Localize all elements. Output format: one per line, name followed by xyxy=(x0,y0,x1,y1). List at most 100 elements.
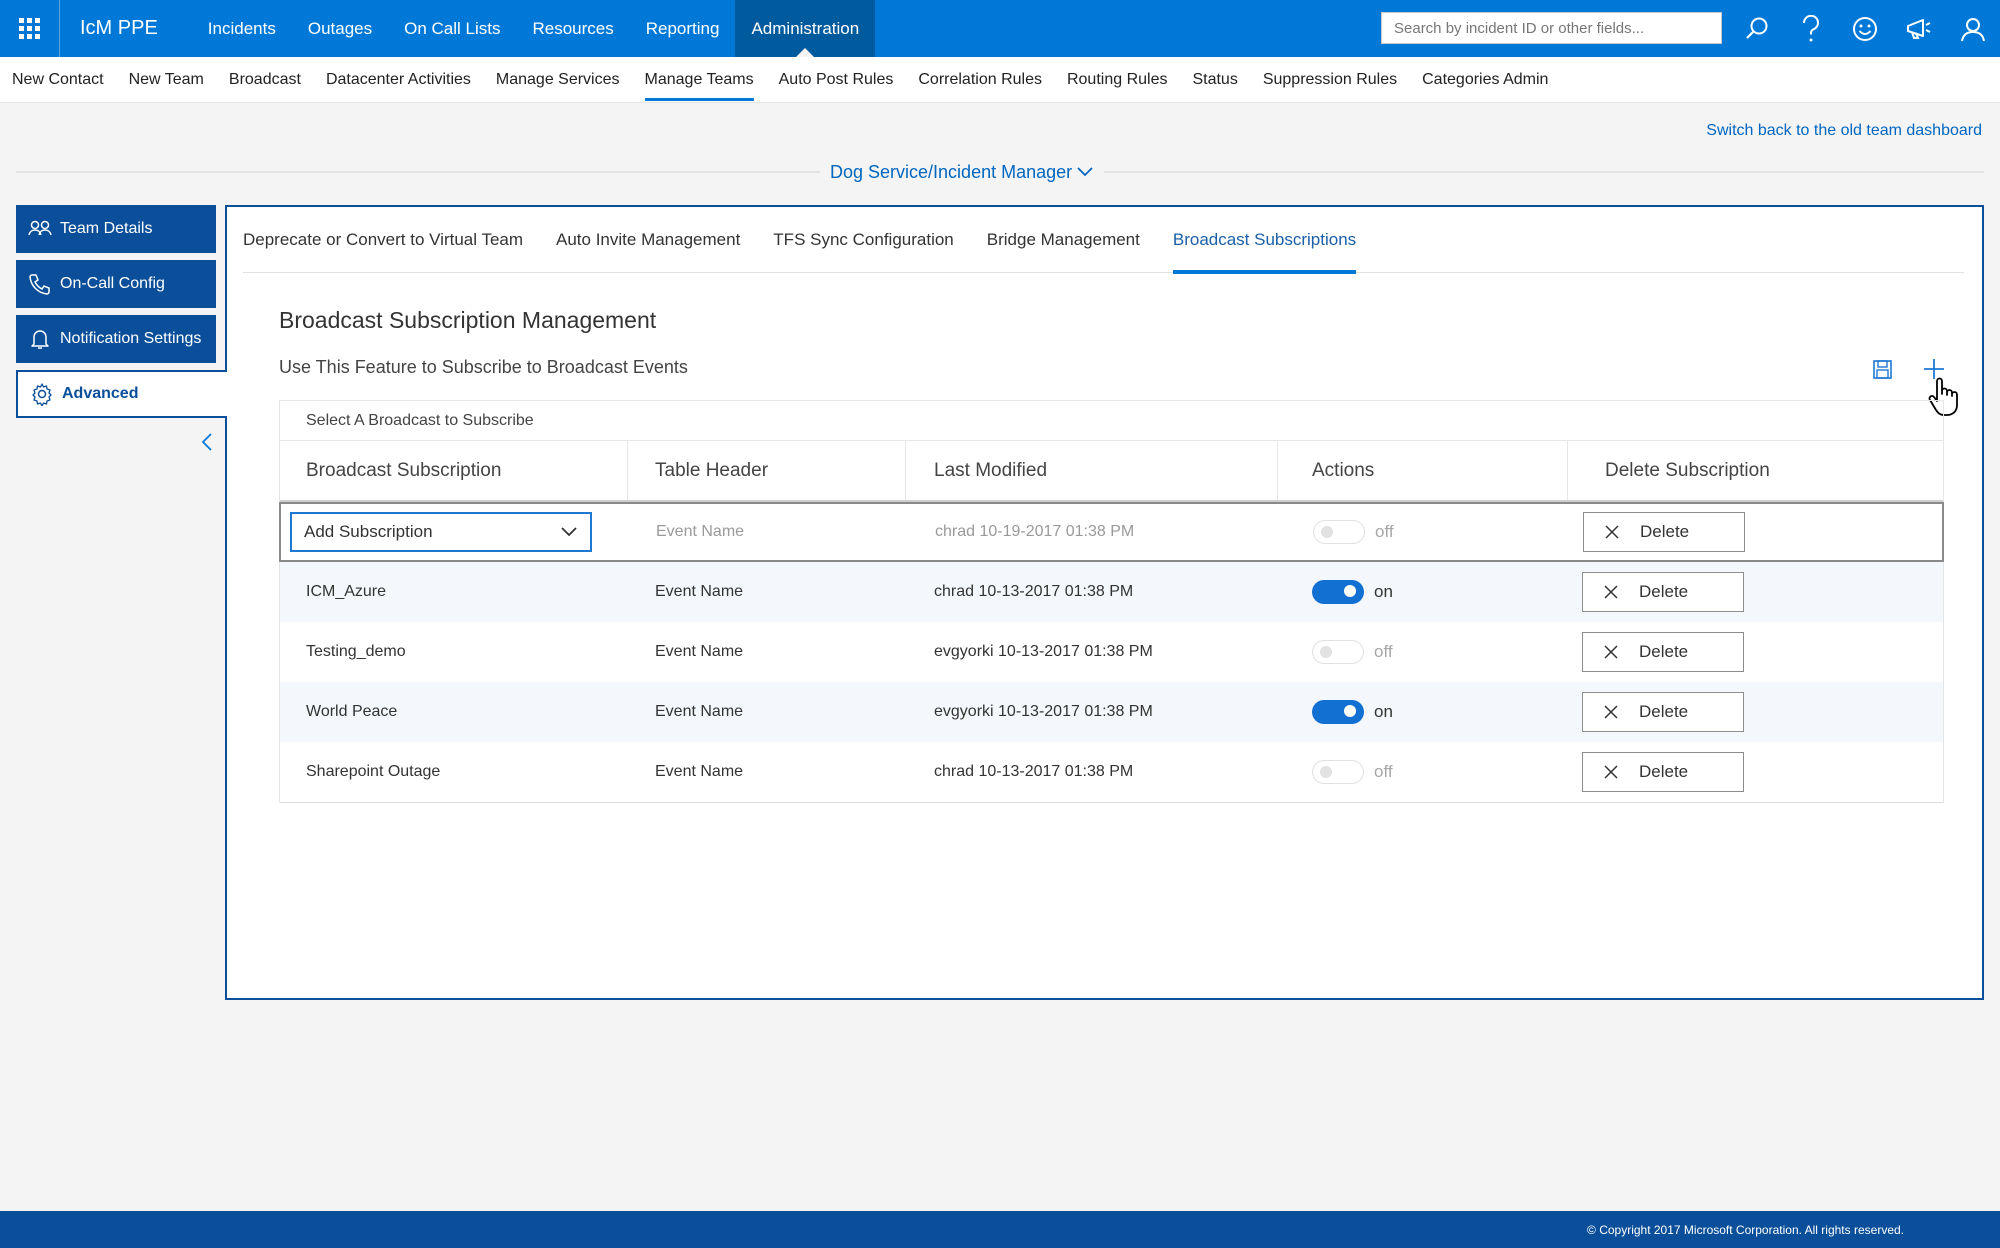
side-item-label: On-Call Config xyxy=(60,275,165,292)
close-icon xyxy=(1604,645,1618,659)
side-item-label: Notification Settings xyxy=(60,330,202,347)
delete-button[interactable]: Delete xyxy=(1582,572,1744,612)
top-bar: IcM PPE Incidents Outages On Call Lists … xyxy=(0,0,2000,57)
tab-auto-invite-management[interactable]: Auto Invite Management xyxy=(556,207,740,273)
toggle-switch[interactable] xyxy=(1312,640,1364,664)
subnav-status[interactable]: Status xyxy=(1192,57,1237,103)
side-item-advanced[interactable]: Advanced xyxy=(16,370,227,418)
table-row-new: Add Subscription Event Name chrad 10-19-… xyxy=(279,502,1944,562)
delete-button[interactable]: Delete xyxy=(1582,692,1744,732)
subnav-categories-admin[interactable]: Categories Admin xyxy=(1422,57,1548,103)
toggle-switch[interactable] xyxy=(1313,520,1365,544)
subnav-datacenter-activities[interactable]: Datacenter Activities xyxy=(326,57,471,103)
subnav-new-team[interactable]: New Team xyxy=(129,57,204,103)
side-item-label: Advanced xyxy=(62,385,139,402)
search-icon[interactable] xyxy=(1730,0,1784,57)
action-toggle[interactable]: on xyxy=(1278,580,1568,604)
switch-old-dashboard-link[interactable]: Switch back to the old team dashboard xyxy=(1706,122,1982,140)
column-header: Broadcast Subscription xyxy=(280,441,628,500)
column-header: Actions xyxy=(1278,441,1568,500)
megaphone-icon[interactable] xyxy=(1892,0,1946,57)
smiley-icon[interactable] xyxy=(1838,0,1892,57)
footer: © Copyright 2017 Microsoft Corporation. … xyxy=(0,1211,2000,1248)
delete-button[interactable]: Delete xyxy=(1583,512,1745,552)
main-panel: Deprecate or Convert to Virtual Team Aut… xyxy=(225,205,1984,1000)
toggle-label: on xyxy=(1374,582,1393,601)
user-icon[interactable] xyxy=(1946,0,2000,57)
bell-icon xyxy=(31,330,49,349)
delete-label: Delete xyxy=(1639,582,1689,601)
action-toggle[interactable]: off xyxy=(1278,640,1568,664)
dropdown-value: Add Subscription xyxy=(304,522,433,541)
app-launcher-icon[interactable] xyxy=(0,0,60,57)
topnav-incidents[interactable]: Incidents xyxy=(192,0,292,57)
subnav-suppression-rules[interactable]: Suppression Rules xyxy=(1263,57,1397,103)
gear-icon xyxy=(32,383,52,406)
subscription-table: Select A Broadcast to Subscribe Broadcas… xyxy=(279,400,1944,803)
subnav-manage-services[interactable]: Manage Services xyxy=(496,57,620,103)
toggle-label: off xyxy=(1374,642,1393,661)
topnav-outages[interactable]: Outages xyxy=(292,0,388,57)
table-row: Sharepoint Outage Event Name chrad 10-13… xyxy=(280,742,1943,802)
toggle-switch[interactable] xyxy=(1312,580,1364,604)
action-toggle[interactable]: off xyxy=(1279,520,1569,544)
event-name: Event Name xyxy=(656,523,745,540)
subnav-broadcast[interactable]: Broadcast xyxy=(229,57,301,103)
topnav-reporting[interactable]: Reporting xyxy=(630,0,736,57)
close-icon xyxy=(1604,705,1618,719)
app-title[interactable]: IcM PPE xyxy=(60,17,192,40)
table-caption: Select A Broadcast to Subscribe xyxy=(280,401,1943,441)
side-item-on-call-config[interactable]: On-Call Config xyxy=(16,260,216,308)
tab-bridge-management[interactable]: Bridge Management xyxy=(987,207,1140,273)
delete-label: Delete xyxy=(1640,522,1690,541)
subnav-correlation-rules[interactable]: Correlation Rules xyxy=(918,57,1042,103)
collapse-sidebar-icon[interactable] xyxy=(200,432,214,457)
toggle-switch[interactable] xyxy=(1312,700,1364,724)
topnav-administration[interactable]: Administration xyxy=(735,0,876,57)
action-toggle[interactable]: on xyxy=(1278,700,1568,724)
delete-button[interactable]: Delete xyxy=(1582,632,1744,672)
tab-deprecate-convert[interactable]: Deprecate or Convert to Virtual Team xyxy=(243,207,523,273)
top-nav: Incidents Outages On Call Lists Resource… xyxy=(192,0,876,57)
event-name: Event Name xyxy=(655,583,744,600)
topnav-on-call-lists[interactable]: On Call Lists xyxy=(388,0,516,57)
add-subscription-dropdown[interactable]: Add Subscription xyxy=(290,512,592,552)
copyright-text: © Copyright 2017 Microsoft Corporation. … xyxy=(1587,1222,1904,1237)
subnav-new-contact[interactable]: New Contact xyxy=(12,57,104,103)
chevron-down-icon xyxy=(1077,167,1093,177)
event-name: Event Name xyxy=(655,703,744,720)
table-row: Testing_demo Event Name evgyorki 10-13-2… xyxy=(280,622,1943,682)
save-icon[interactable] xyxy=(1872,359,1894,386)
help-icon[interactable] xyxy=(1784,0,1838,57)
subnav-auto-post-rules[interactable]: Auto Post Rules xyxy=(779,57,894,103)
side-item-label: Team Details xyxy=(60,220,153,237)
sub-nav: New Contact New Team Broadcast Datacente… xyxy=(0,57,2000,103)
toggle-switch[interactable] xyxy=(1312,760,1364,784)
delete-label: Delete xyxy=(1639,762,1689,781)
tab-broadcast-subscriptions[interactable]: Broadcast Subscriptions xyxy=(1172,207,1357,274)
column-header: Table Header xyxy=(628,441,906,500)
side-item-team-details[interactable]: Team Details xyxy=(16,205,216,253)
toggle-label: off xyxy=(1374,762,1393,781)
team-selector[interactable]: Dog Service/Incident Manager xyxy=(820,160,1105,184)
section-subtitle: Use This Feature to Subscribe to Broadca… xyxy=(279,357,688,377)
action-toggle[interactable]: off xyxy=(1278,760,1568,784)
tab-bar: Deprecate or Convert to Virtual Team Aut… xyxy=(243,207,1964,274)
topnav-resources[interactable]: Resources xyxy=(516,0,629,57)
table-row: ICM_Azure Event Name chrad 10-13-2017 01… xyxy=(280,562,1943,622)
side-item-notification-settings[interactable]: Notification Settings xyxy=(16,315,216,363)
delete-button[interactable]: Delete xyxy=(1582,752,1744,792)
side-menu: Team Details On-Call Config Notification… xyxy=(16,205,227,425)
subnav-manage-teams[interactable]: Manage Teams xyxy=(644,57,754,103)
subnav-routing-rules[interactable]: Routing Rules xyxy=(1067,57,1168,103)
table-row: World Peace Event Name evgyorki 10-13-20… xyxy=(280,682,1943,742)
delete-label: Delete xyxy=(1639,642,1689,661)
tab-tfs-sync-configuration[interactable]: TFS Sync Configuration xyxy=(773,207,953,273)
table-header: Broadcast Subscription Table Header Last… xyxy=(280,441,1943,502)
delete-label: Delete xyxy=(1639,702,1689,721)
subscription-name: ICM_Azure xyxy=(306,583,387,600)
last-modified: chrad 10-19-2017 01:38 PM xyxy=(935,523,1135,540)
search-input[interactable] xyxy=(1381,12,1722,44)
column-header: Last Modified xyxy=(906,441,1278,500)
column-header: Delete Subscription xyxy=(1605,459,1770,481)
